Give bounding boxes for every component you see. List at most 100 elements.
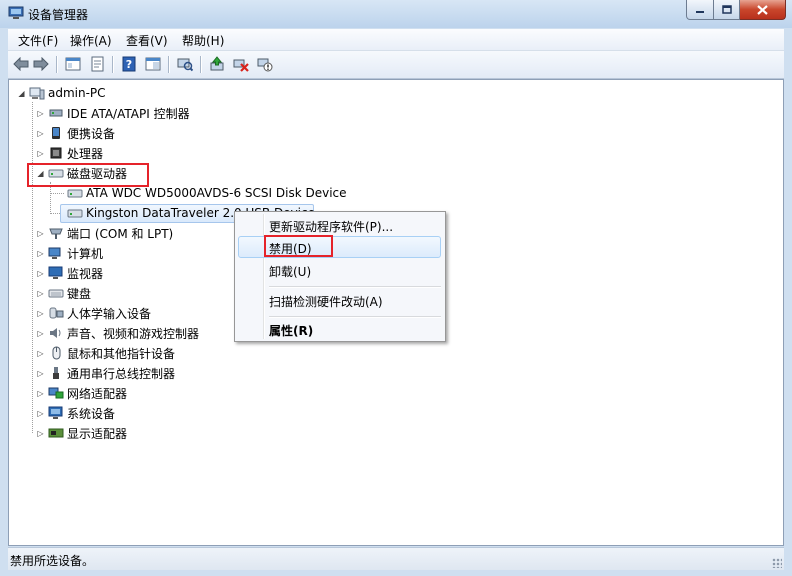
tree-category-ports[interactable]: ▷ 端口 (COM 和 LPT): [36, 224, 173, 242]
expand-triangle-icon[interactable]: ▷: [36, 269, 45, 278]
expand-triangle-icon[interactable]: ▷: [36, 249, 45, 258]
tree-category-system[interactable]: ▷ 系统设备: [36, 404, 115, 422]
tree-category-mouse[interactable]: ▷ 鼠标和其他指针设备: [36, 344, 175, 362]
expand-triangle-icon[interactable]: ▷: [36, 389, 45, 398]
computer-icon: [48, 247, 61, 259]
menu-separator: [269, 286, 441, 288]
expand-triangle-icon[interactable]: ▷: [36, 109, 45, 118]
menu-help[interactable]: 帮助(H): [182, 32, 224, 49]
device-manager-window: 设备管理器 文件(F) 操作(A) 查看(V) 帮助(H) ? ◢ admin-…: [0, 0, 792, 576]
view-pane-icon: [145, 57, 161, 71]
uninstall-button[interactable]: [232, 55, 250, 73]
expand-triangle-icon[interactable]: ▷: [36, 349, 45, 358]
tree-category-label: 便携设备: [67, 126, 116, 141]
view-pane-button[interactable]: [144, 55, 162, 73]
tree-category-monitor[interactable]: ▷ 监视器: [36, 264, 103, 282]
tree-category-sound[interactable]: ▷ 声音、视频和游戏控制器: [36, 324, 199, 342]
context-menu: 更新驱动程序软件(P)... 禁用(D) 卸载(U) 扫描检测硬件改动(A) 属…: [234, 211, 446, 342]
port-icon: [49, 228, 63, 239]
menu-item-properties[interactable]: 属性(R): [269, 322, 313, 339]
maximize-button[interactable]: [714, 0, 740, 20]
menu-file[interactable]: 文件(F): [18, 32, 58, 49]
tree-device-label: ATA WDC WD5000AVDS-6 SCSI Disk Device: [86, 186, 347, 200]
tree-category-keyboard[interactable]: ▷ 键盘: [36, 284, 91, 302]
expand-triangle-icon[interactable]: ▷: [36, 429, 45, 438]
close-icon: [757, 4, 768, 15]
menu-view[interactable]: 查看(V): [126, 32, 168, 49]
resize-grip-icon[interactable]: [772, 558, 782, 568]
properties-button[interactable]: [88, 55, 106, 73]
system-device-icon: [48, 406, 63, 419]
menu-separator: [269, 316, 441, 318]
update-driver-icon: [210, 56, 224, 71]
annotation-highlight-box: [264, 235, 333, 257]
expand-triangle-icon[interactable]: ▷: [36, 409, 45, 418]
tree-category-network[interactable]: ▷ 网络适配器: [36, 384, 127, 402]
expand-triangle-icon[interactable]: ▷: [36, 129, 45, 138]
disable-device-button[interactable]: [256, 55, 274, 73]
tree-category-ide[interactable]: ▷ IDE ATA/ATAPI 控制器: [36, 104, 190, 122]
computer-icon: [29, 87, 45, 100]
keyboard-icon: [48, 289, 64, 298]
title-bar[interactable]: 设备管理器: [0, 0, 792, 28]
status-bar: 禁用所选设备。: [8, 547, 784, 570]
forward-button[interactable]: [32, 55, 50, 73]
tree-connector-line: [32, 102, 33, 433]
device-manager-icon: [8, 6, 24, 19]
speaker-icon: [50, 328, 61, 338]
portable-device-icon: [52, 127, 60, 139]
maximize-icon: [721, 5, 732, 14]
menu-item-update-driver[interactable]: 更新驱动程序软件(P)...: [269, 218, 393, 235]
expand-triangle-icon[interactable]: ▷: [36, 289, 45, 298]
close-button[interactable]: [740, 0, 786, 20]
tree-category-label: 显示适配器: [67, 426, 128, 441]
tree-view-icon: [65, 57, 81, 71]
processor-icon: [50, 147, 62, 159]
uninstall-icon: [233, 59, 249, 72]
menu-action[interactable]: 操作(A): [70, 32, 112, 49]
tree-category-portable[interactable]: ▷ 便携设备: [36, 124, 115, 142]
tree-connector-line: [50, 193, 64, 194]
back-button[interactable]: [12, 55, 30, 73]
disk-drive-icon: [67, 189, 83, 198]
scan-hardware-icon: [177, 58, 193, 72]
scan-hardware-button[interactable]: [176, 55, 194, 73]
update-driver-button[interactable]: [208, 55, 226, 73]
toolbar-separator: [112, 56, 114, 73]
tree-root-node[interactable]: ◢ admin-PC: [17, 84, 105, 102]
tree-category-display[interactable]: ▷ 显示适配器: [36, 424, 127, 442]
show-tree-button[interactable]: [64, 55, 82, 73]
expand-triangle-icon[interactable]: ▷: [36, 309, 45, 318]
tree-category-label: 监视器: [67, 266, 104, 281]
svg-text:?: ?: [126, 58, 132, 71]
tree-category-label: 处理器: [67, 146, 104, 161]
usb-controller-icon: [53, 367, 59, 379]
monitor-icon: [48, 266, 63, 279]
tree-category-processor[interactable]: ▷ 处理器: [36, 144, 103, 162]
tree-category-computer[interactable]: ▷ 计算机: [36, 244, 103, 262]
forward-arrow-icon: [33, 57, 49, 71]
properties-sheet-icon: [91, 56, 104, 72]
minimize-icon: [696, 10, 704, 13]
window-title: 设备管理器: [28, 8, 89, 22]
window-controls: [686, 0, 786, 20]
collapse-triangle-icon[interactable]: ◢: [17, 89, 26, 98]
minimize-button[interactable]: [686, 0, 714, 20]
help-icon: ?: [122, 56, 136, 72]
tree-category-label: 网络适配器: [67, 386, 128, 401]
annotation-highlight-box: [27, 163, 149, 187]
menu-item-uninstall[interactable]: 卸载(U): [269, 263, 311, 280]
disk-drive-icon: [67, 209, 83, 218]
expand-triangle-icon[interactable]: ▷: [36, 149, 45, 158]
expand-triangle-icon[interactable]: ▷: [36, 369, 45, 378]
menu-item-scan[interactable]: 扫描检测硬件改动(A): [269, 293, 383, 310]
tree-category-usb[interactable]: ▷ 通用串行总线控制器: [36, 364, 175, 382]
disable-device-icon: [257, 58, 273, 72]
toolbar-separator: [168, 56, 170, 73]
tree-category-label: IDE ATA/ATAPI 控制器: [67, 106, 190, 121]
tree-category-hid[interactable]: ▷ 人体学输入设备: [36, 304, 151, 322]
expand-triangle-icon[interactable]: ▷: [36, 329, 45, 338]
help-button[interactable]: ?: [120, 55, 138, 73]
tree-category-label: 系统设备: [67, 406, 116, 421]
expand-triangle-icon[interactable]: ▷: [36, 229, 45, 238]
